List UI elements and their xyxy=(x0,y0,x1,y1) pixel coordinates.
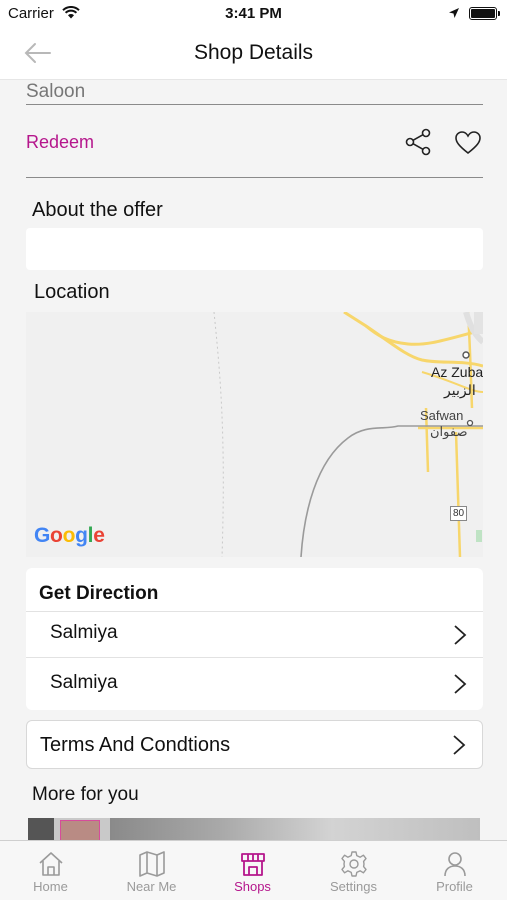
tab-label: Profile xyxy=(436,879,473,894)
direction-item-label: Salmiya xyxy=(50,622,118,643)
direction-item-label: Salmiya xyxy=(50,672,118,693)
chevron-right-icon xyxy=(454,674,467,694)
shop-icon xyxy=(241,853,265,876)
tab-near-me[interactable]: Near Me xyxy=(101,841,202,900)
location-map[interactable]: Az Zubair الزبير Safwan صفوان 80 Google xyxy=(26,312,483,557)
battery-icon xyxy=(469,7,500,20)
divider xyxy=(26,104,483,105)
home-icon xyxy=(39,852,63,876)
tab-label: Near Me xyxy=(126,879,177,894)
favorite-button[interactable] xyxy=(454,130,482,156)
share-icon xyxy=(405,128,431,156)
promo-image-part xyxy=(60,820,100,840)
map-place-label: Az Zubair xyxy=(431,364,483,380)
gear-icon xyxy=(341,851,367,877)
about-offer-text xyxy=(26,228,483,270)
map-roads xyxy=(213,312,483,557)
chevron-right-icon xyxy=(454,625,467,645)
map-place-label: صفوان xyxy=(430,424,468,439)
tab-settings[interactable]: Settings xyxy=(303,841,404,900)
terms-label: Terms And Condtions xyxy=(40,734,231,756)
tab-bar: Home Near Me Shops Settings Profile xyxy=(0,840,507,900)
map-place-label: الزبير xyxy=(444,382,476,398)
tab-home[interactable]: Home xyxy=(0,841,101,900)
shop-details-content[interactable]: Saloon Redeem About the offer Location A… xyxy=(0,80,507,840)
tab-label: Settings xyxy=(330,879,377,894)
tab-label: Shops xyxy=(234,879,271,894)
user-icon xyxy=(444,852,466,877)
page-title: Shop Details xyxy=(193,41,314,64)
banner-image-edge xyxy=(380,80,490,82)
more-for-you-title: More for you xyxy=(32,784,139,805)
get-direction-title: Get Direction xyxy=(39,583,159,604)
terms-and-conditions-button[interactable]: Terms And Condtions xyxy=(26,720,483,769)
share-button[interactable] xyxy=(404,128,434,156)
tab-profile[interactable]: Profile xyxy=(404,841,505,900)
google-logo: Google xyxy=(34,524,105,547)
status-bar: Carrier 3:41 PM xyxy=(0,0,507,26)
about-offer-title: About the offer xyxy=(32,199,163,221)
get-direction-card: Get Direction Salmiya Salmiya xyxy=(26,568,483,710)
direction-item[interactable]: Salmiya xyxy=(26,657,483,710)
shop-name: Saloon xyxy=(26,81,86,102)
tab-shops[interactable]: Shops xyxy=(202,841,303,900)
divider xyxy=(26,177,483,178)
location-title: Location xyxy=(34,281,110,303)
nav-bar: Shop Details xyxy=(0,26,507,80)
status-time: 3:41 PM xyxy=(225,5,282,22)
redeem-link[interactable]: Redeem xyxy=(26,132,94,153)
location-arrow-icon xyxy=(448,6,460,23)
promo-image-part xyxy=(28,818,54,840)
tab-label: Home xyxy=(33,879,68,894)
road-shield: 80 xyxy=(450,506,468,521)
map-icon xyxy=(139,851,165,877)
chevron-right-icon xyxy=(453,735,466,755)
promo-banner-image[interactable] xyxy=(28,818,480,840)
map-place-label: Safwan xyxy=(420,408,464,423)
heart-icon xyxy=(455,131,481,155)
promo-image-part xyxy=(110,818,480,840)
direction-item[interactable]: Salmiya xyxy=(26,611,483,657)
